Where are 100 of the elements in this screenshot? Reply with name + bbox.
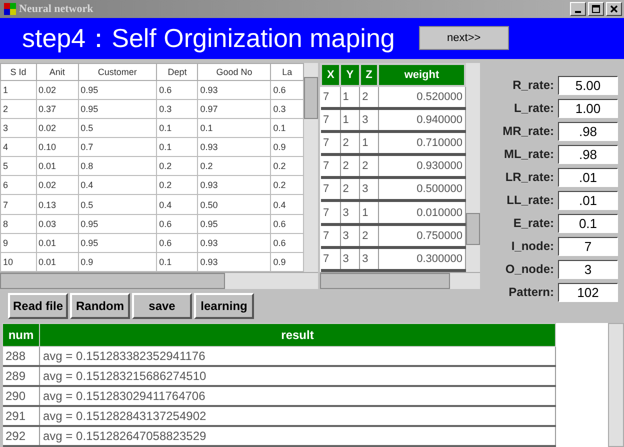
table-cell: 1	[360, 132, 378, 155]
table-cell: 289	[2, 366, 40, 386]
table-cell: 0.01	[36, 252, 78, 272]
table-cell: 10	[0, 252, 36, 272]
parameter-label: ML_rate:	[504, 147, 554, 162]
parameter-label: LR_rate:	[505, 170, 554, 184]
parameter-field[interactable]: 0.1	[558, 214, 618, 233]
table-cell: 0.10	[36, 138, 78, 157]
table-cell: 5	[0, 156, 36, 176]
parameter-label: LL_rate:	[506, 193, 554, 208]
action-button[interactable]: Random	[70, 292, 130, 319]
close-icon	[610, 4, 618, 13]
table-cell: avg = 0.151283382352941176	[40, 346, 556, 366]
table-cell: 2	[360, 154, 378, 178]
parameter-label: I_node:	[511, 239, 554, 254]
maximize-icon	[592, 4, 600, 13]
table-cell: 0.8	[78, 156, 157, 176]
parameter-field[interactable]: .98	[558, 144, 618, 164]
parameter-field[interactable]: .01	[558, 168, 618, 187]
table-cell: 7	[321, 224, 340, 248]
table-cell: 0.97	[198, 99, 271, 119]
parameter-field[interactable]: 7	[558, 236, 618, 256]
table-cell: 0.6	[156, 80, 198, 100]
parameter-field[interactable]: 3	[558, 260, 618, 279]
column-header: num	[2, 324, 40, 347]
table-cell: 6	[0, 176, 36, 195]
table-cell: 7	[321, 108, 340, 132]
horizontal-scrollbar[interactable]	[0, 272, 318, 289]
table-cell: 2	[340, 132, 360, 155]
table-cell: 0.95	[78, 80, 157, 100]
parameter-field[interactable]: 102	[558, 282, 618, 302]
app-icon	[4, 2, 16, 15]
table-cell: 2	[0, 99, 36, 119]
table-cell: 0.93	[198, 252, 271, 272]
parameter-field[interactable]: 5.00	[558, 76, 618, 95]
table-cell: 4	[0, 138, 36, 157]
column-header: X	[321, 64, 340, 86]
table-cell: 0.02	[36, 176, 78, 195]
table-cell: 0.4	[78, 176, 157, 195]
table-cell: 0.37	[36, 99, 78, 119]
column-header: La	[270, 63, 304, 80]
table-cell: 291	[2, 406, 40, 426]
column-header: Anit	[36, 63, 78, 80]
table-cell: avg = 0.151282843137254902	[40, 406, 556, 426]
table-cell: 9	[0, 233, 36, 252]
horizontal-scrollbar[interactable]	[320, 272, 480, 289]
column-header: weight	[378, 64, 465, 86]
parameter-label: E_rate:	[513, 216, 554, 230]
table-cell: 0.95	[78, 233, 157, 252]
maximize-button[interactable]	[588, 2, 604, 16]
table-cell: 2	[360, 86, 378, 108]
table-cell: 0.03	[36, 214, 78, 234]
table-cell: 0.9	[78, 252, 157, 272]
table-cell: 290	[2, 386, 40, 406]
table-cell: 1	[360, 200, 378, 224]
table-cell: 7	[321, 132, 340, 155]
table-cell: 1	[0, 80, 36, 100]
column-header: Y	[340, 64, 360, 86]
step-title: step4：Self Orginization maping	[22, 22, 395, 55]
table-cell: 0.95	[78, 99, 157, 119]
column-header: Dept	[156, 63, 198, 80]
parameter-label: R_rate:	[512, 78, 554, 92]
column-header: Good No	[198, 63, 271, 80]
table-cell: 2	[340, 154, 360, 178]
table-cell: 7	[321, 86, 340, 108]
action-button[interactable]: save	[132, 292, 192, 319]
next-button[interactable]: next>>	[418, 26, 509, 50]
table-cell: 2	[340, 178, 360, 201]
vertical-scrollbar[interactable]	[466, 62, 480, 272]
table-cell: 7	[321, 178, 340, 201]
action-button[interactable]: Read file	[8, 292, 68, 319]
parameter-field[interactable]: 1.00	[558, 98, 618, 118]
table-cell: 3	[360, 108, 378, 132]
table-cell: 0.93	[198, 176, 271, 195]
table-cell: 0.4	[156, 194, 198, 214]
table-cell: 288	[2, 346, 40, 366]
parameter-label: L_rate:	[514, 101, 554, 116]
column-header: result	[40, 324, 556, 347]
table-cell: 0.1	[198, 118, 271, 138]
parameter-field[interactable]: .01	[558, 190, 618, 210]
parameter-field[interactable]: .98	[558, 122, 618, 141]
table-cell: 0.6	[156, 214, 198, 234]
minimize-button[interactable]	[570, 2, 586, 16]
close-button[interactable]	[606, 2, 622, 16]
table-cell: 0.6	[156, 233, 198, 252]
table-cell: 0.3	[156, 99, 198, 119]
parameter-label: O_node:	[505, 262, 554, 276]
table-cell: 2	[360, 224, 378, 248]
table-cell: 0.93	[198, 138, 271, 157]
action-button[interactable]: learning	[194, 292, 254, 319]
table-cell: 0.1	[156, 118, 198, 138]
table-cell: 0.02	[36, 80, 78, 100]
table-cell: 3	[340, 200, 360, 224]
table-cell: 292	[2, 426, 40, 446]
table-cell: 7	[321, 200, 340, 224]
table-cell: 0.02	[36, 118, 78, 138]
parameter-label: MR_rate:	[502, 124, 554, 138]
vertical-scrollbar[interactable]	[608, 323, 624, 447]
table-cell: 0.2	[156, 176, 198, 195]
vertical-scrollbar[interactable]	[304, 62, 318, 272]
